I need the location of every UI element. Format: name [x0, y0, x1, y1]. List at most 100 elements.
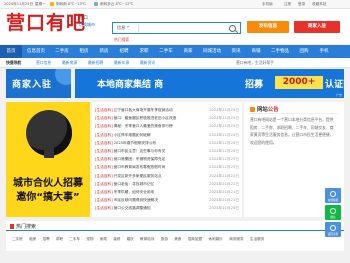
- news-tag: [生活百科]: [95, 173, 113, 178]
- hot-search-label[interactable]: 热门搜索: [114, 37, 129, 43]
- search-category-select[interactable]: 信息: [117, 25, 130, 31]
- headset-icon: [330, 191, 336, 197]
- search-box[interactable]: 信息: [112, 22, 241, 34]
- hot-tag[interactable]: 生活服务: [250, 236, 264, 242]
- news-tag: [生活百科]: [95, 149, 113, 153]
- news-title[interactable]: 营口市教育局发布寒假放假时间: [114, 165, 166, 169]
- hot-tag[interactable]: 租房: [29, 236, 36, 242]
- hot-tag[interactable]: 教育培训: [140, 236, 154, 242]
- news-item[interactable]: [生活百科]揭秘：冬季营口人最爱的美食排行榜 2024年11月25日: [95, 123, 239, 129]
- float-wechat-button[interactable]: 微信: [325, 205, 341, 220]
- news-item[interactable]: [生活百科]辽宁营口各大商场开展冬季促销活动 2024年11月25日: [95, 107, 239, 113]
- search-icon[interactable]: [229, 25, 236, 32]
- news-item[interactable]: [生活百科]冬季供暖，如何安全用电 2024年11月21日: [95, 189, 239, 195]
- hot-tag[interactable]: 招商加盟: [188, 236, 202, 242]
- notice-body: 营口有吧网站是一个营口本地分类信息平台，提供租房、二手房、求职招聘、二手车、同城…: [250, 117, 334, 146]
- quick-link-house[interactable]: 最新房源: [62, 60, 77, 66]
- nav-item-groupbuy[interactable]: 团购: [295, 45, 313, 58]
- post-info-button[interactable]: 发布信息: [247, 21, 289, 33]
- news-title[interactable]: 辽宁营口各大商场开展冬季促销活动: [114, 108, 173, 112]
- news-item[interactable]: [生活百科]市民反映问题得到快速解决 2024年11月21日: [95, 197, 239, 203]
- hot-tag[interactable]: 宠物: [86, 236, 93, 242]
- news-item[interactable]: [生活百科]营口市民注意！这些事与你有关 2024年11月24日: [95, 148, 239, 154]
- top-link-register[interactable]: 注册: [284, 1, 291, 7]
- hot-tag[interactable]: 婚庆: [127, 236, 134, 242]
- news-title[interactable]: 2025年春节假期安排公布: [114, 141, 157, 145]
- nav-item-home[interactable]: 首页: [0, 45, 22, 58]
- merchant-recruit-banner[interactable]: 本地商家集结 商 招募 2000+ 认证商家 广告: [75, 69, 344, 98]
- news-item[interactable]: [生活百科]营口：鲅鱼圈区积极推进老旧小区改造 2024年11月25日: [95, 115, 239, 121]
- top-link-login[interactable]: 登录: [298, 1, 305, 7]
- nav-item-secondhand-house[interactable]: 二手房: [51, 45, 73, 58]
- notice-divider: [250, 113, 338, 114]
- site-logo[interactable]: 营口有吧: [6, 12, 86, 34]
- notice-icon: [250, 107, 255, 112]
- news-date: 2024年11月25日: [209, 116, 239, 121]
- news-item[interactable]: [生活百科]营口公交线路调整通知 2024年11月20日: [95, 205, 239, 211]
- nav-item-rent[interactable]: 租房: [75, 45, 93, 58]
- merchant-join-banner[interactable]: 商家入驻: [6, 69, 71, 98]
- merchant-join-button[interactable]: 商家入驻: [294, 21, 340, 33]
- nav-item-merchants[interactable]: 商家: [179, 45, 197, 58]
- top-link-mobile[interactable]: 手机版: [262, 1, 273, 7]
- top-link-bookmark[interactable]: 收藏本站: [312, 1, 326, 7]
- news-tag: [生活百科]: [95, 181, 113, 186]
- news-title[interactable]: 开发区新开多家便民服务站点: [114, 174, 162, 178]
- news-date: 2024年11月22日: [209, 181, 239, 186]
- nav-item-cars[interactable]: 二手车: [155, 45, 177, 58]
- promo-line-2: 邀你“搞大事”: [16, 192, 80, 203]
- quick-link-cars[interactable]: 最新车源: [114, 60, 129, 66]
- quick-link-info[interactable]: 营口信息: [36, 60, 51, 66]
- news-date: 2024年11月21日: [209, 190, 239, 194]
- hot-tag[interactable]: 休闲娱乐: [208, 236, 222, 242]
- hot-tag[interactable]: 商务服务: [229, 236, 243, 242]
- float-service-button[interactable]: 在线客服: [325, 188, 341, 203]
- news-item[interactable]: [生活百科]小区停车难题如何破解 2024年11月24日: [95, 132, 239, 138]
- nav-item-info[interactable]: 信息首页: [23, 45, 49, 58]
- hot-tag[interactable]: 招聘: [43, 236, 50, 242]
- hot-tag[interactable]: 装修: [113, 236, 120, 242]
- news-item[interactable]: [生活百科]营口市教育局发布寒假放假时间 2024年11月23日: [95, 164, 239, 170]
- nav-item-events[interactable]: 同城活动: [199, 45, 225, 58]
- hot-tag[interactable]: 美食: [174, 236, 181, 242]
- banner-decoration: [55, 69, 71, 85]
- hot-tag[interactable]: 求职: [56, 236, 63, 242]
- quick-link-jobs[interactable]: 最新招聘: [88, 60, 103, 66]
- nav-item-resume[interactable]: 求职: [135, 45, 153, 58]
- nav-item-mobile[interactable]: 手机: [315, 45, 333, 58]
- news-title[interactable]: 市民反映问题得到快速解决: [114, 198, 158, 202]
- partner-promo-banner[interactable]: 城市合伙人招募 邀你“搞大事”: [6, 102, 90, 217]
- news-item[interactable]: [生活百科]营口港集团：冬储物资保障充足 2024年11月23日: [95, 156, 239, 162]
- hot-tag[interactable]: 二手车: [69, 236, 80, 242]
- weather-icon: [50, 2, 54, 6]
- hot-tag[interactable]: 家政: [100, 236, 107, 242]
- nav-item-news[interactable]: 资讯: [227, 45, 245, 58]
- hot-tag[interactable]: 旅游: [161, 236, 168, 242]
- nav-item-shops[interactable]: 商铺: [247, 45, 265, 58]
- news-tag: [生活百科]: [95, 190, 113, 194]
- news-date: 2024年11月23日: [209, 165, 239, 170]
- hot-tag[interactable]: 二手房: [12, 236, 23, 242]
- news-title[interactable]: 冬季供暖，如何安全用电: [114, 190, 155, 194]
- nav-item-jobs[interactable]: 招聘: [115, 45, 133, 58]
- news-title[interactable]: 营口港集团：冬储物资保障充足: [114, 157, 166, 161]
- fire-icon: [10, 224, 14, 229]
- news-title[interactable]: 营口市民注意！这些事与你有关: [114, 149, 166, 153]
- nav-item-goods[interactable]: 二手物品: [267, 45, 293, 58]
- news-tag: [生活百科]: [95, 140, 113, 145]
- float-top-button[interactable]: 返回顶部: [325, 222, 341, 237]
- news-title[interactable]: 小区停车难题如何破解: [114, 133, 151, 137]
- news-title[interactable]: 营口：鲅鱼圈区积极推进老旧小区改造: [114, 116, 177, 120]
- weather-text-1: 阴转雨 8℃~13℃: [56, 2, 86, 6]
- news-item[interactable]: [生活百科]2025年春节假期安排公布 2024年11月24日: [95, 140, 239, 146]
- switch-city-link[interactable]: 切换城市: [79, 22, 95, 28]
- nav-item-new-house[interactable]: 新房: [95, 45, 113, 58]
- news-title[interactable]: 揭秘：冬季营口人最爱的美食排行榜: [114, 124, 173, 128]
- news-item[interactable]: [生活百科]营口老街：寻找城市记忆 2024年11月22日: [95, 181, 239, 187]
- news-list: [生活百科]辽宁营口各大商场开展冬季促销活动 2024年11月25日 [生活百科]营…: [92, 102, 242, 217]
- news-title[interactable]: 营口老街：寻找城市记忆: [114, 182, 155, 186]
- quick-link-news[interactable]: 最新资讯: [140, 60, 155, 66]
- news-item[interactable]: [生活百科]开发区新开多家便民服务站点 2024年11月22日: [95, 173, 239, 179]
- news-title[interactable]: 营口公交线路调整通知: [114, 206, 151, 210]
- news-date: 2024年11月23日: [209, 157, 239, 162]
